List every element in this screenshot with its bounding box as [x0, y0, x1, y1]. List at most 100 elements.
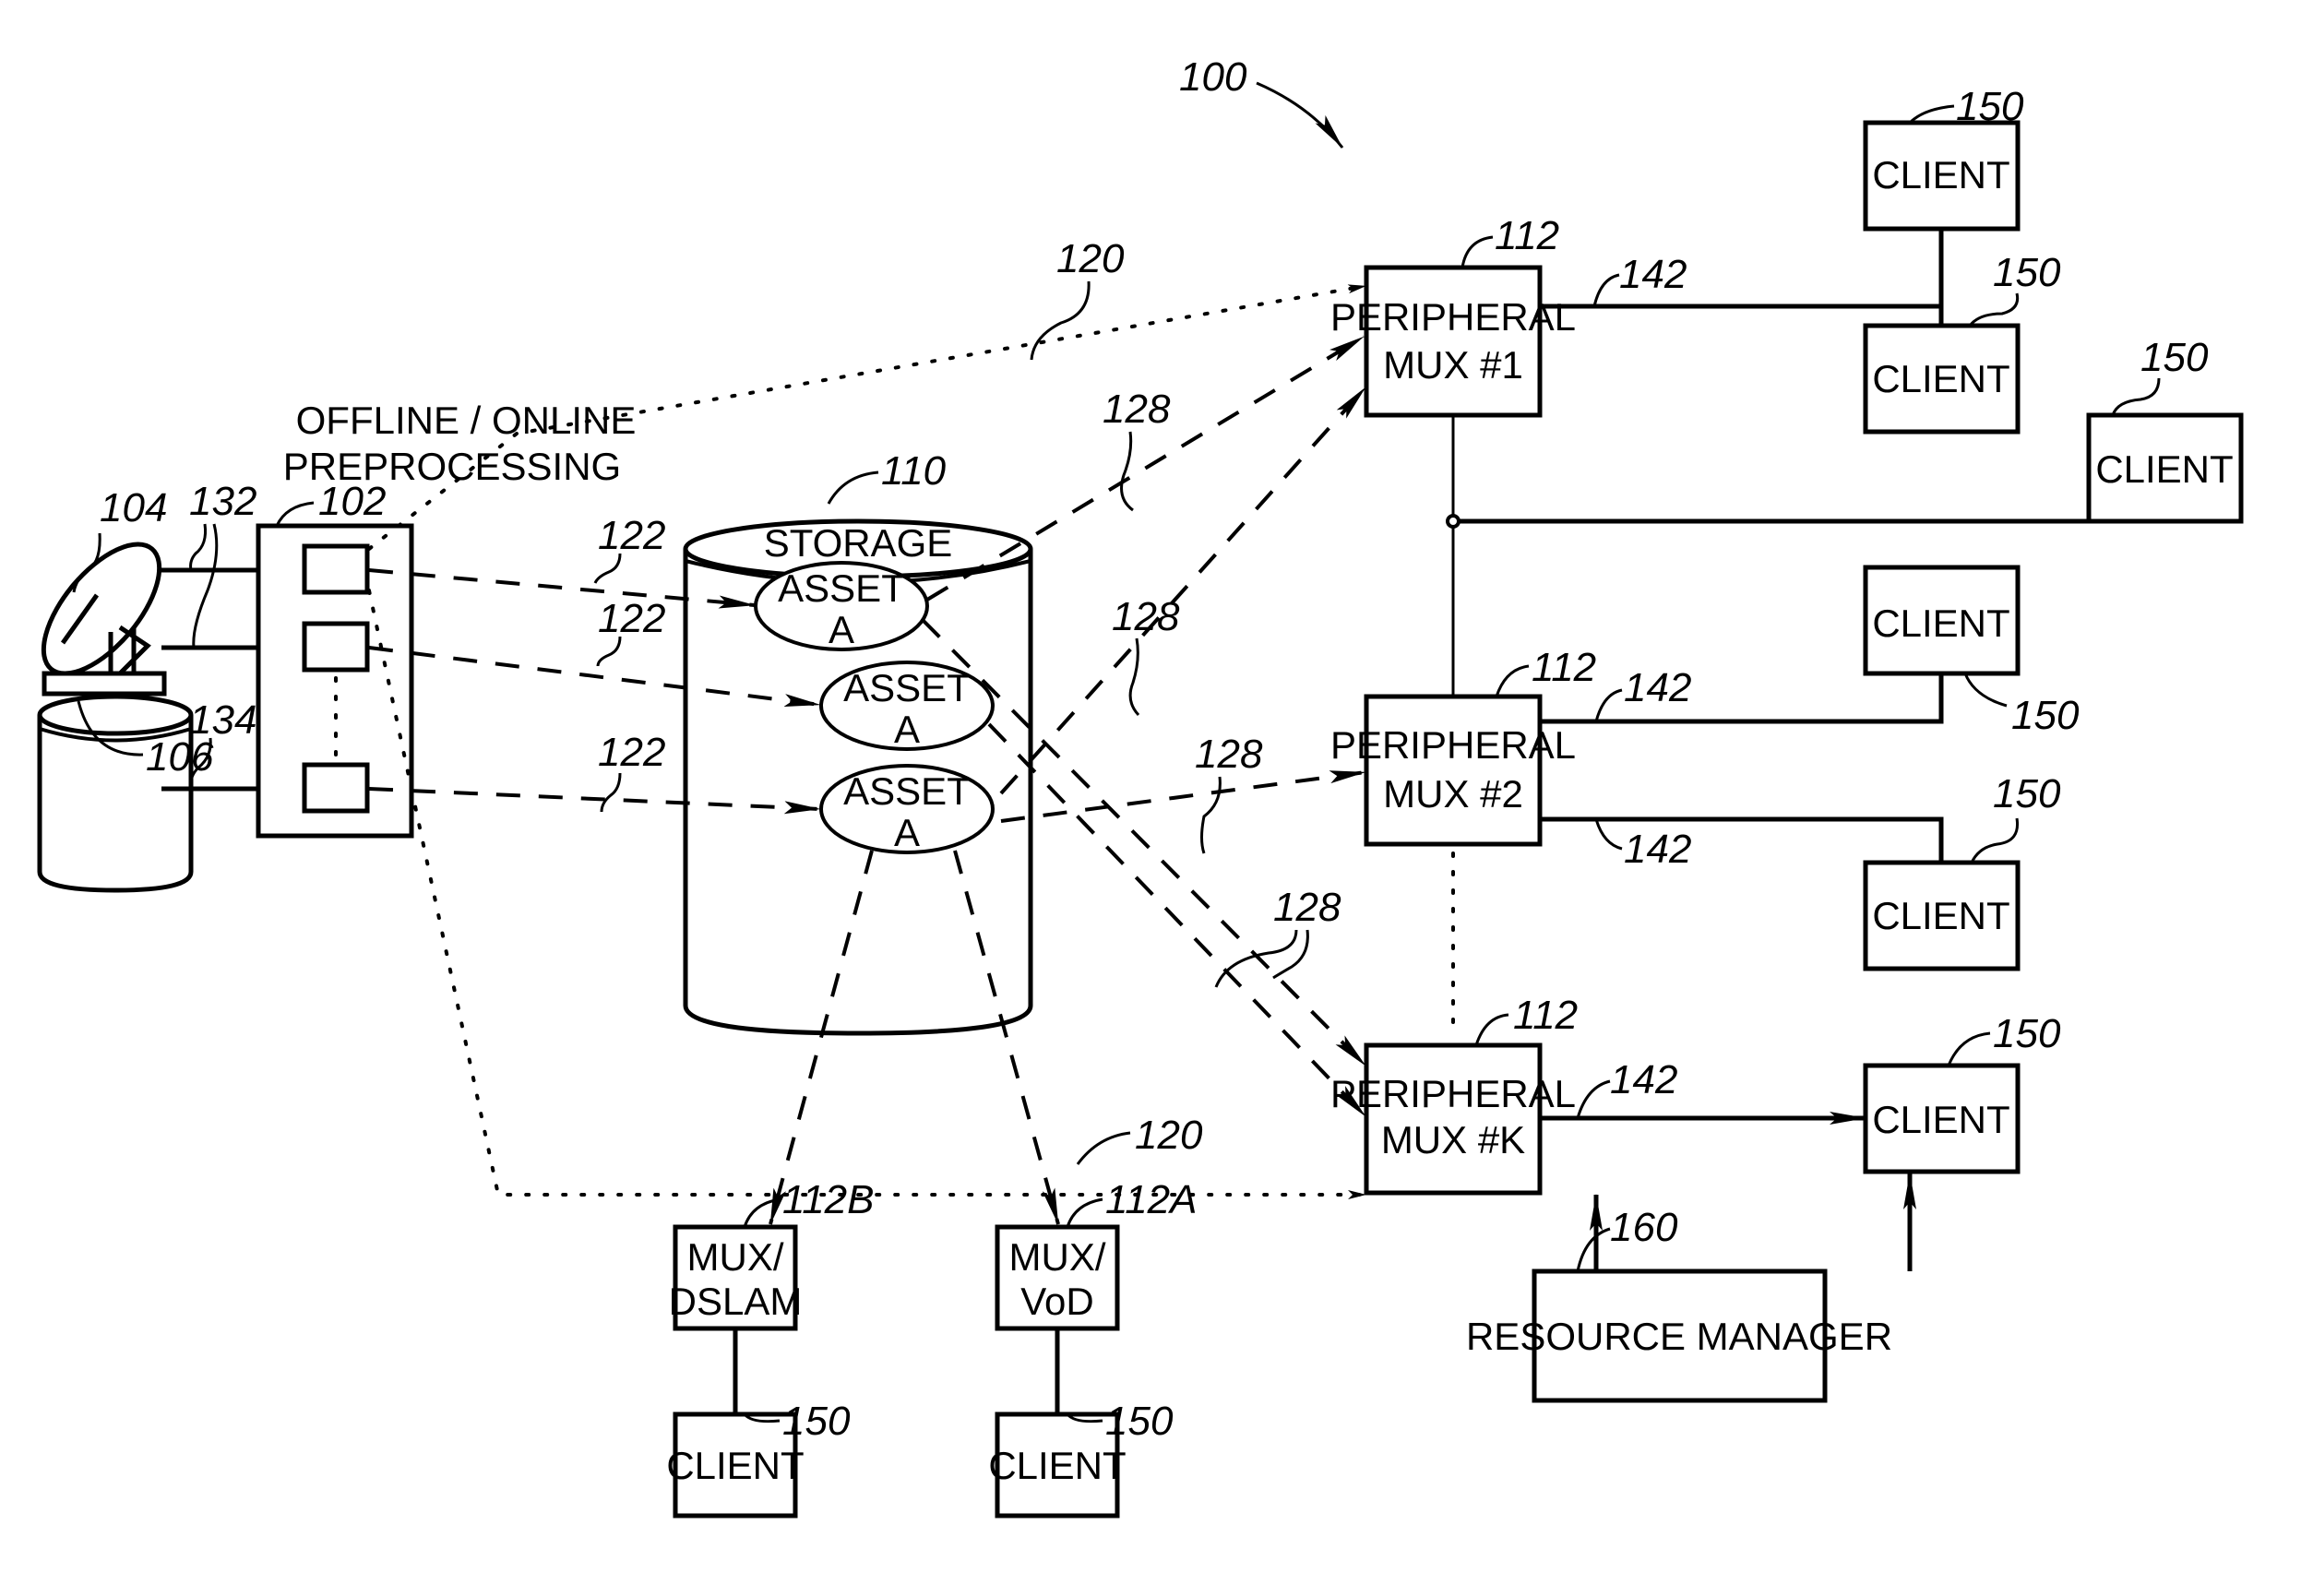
ingest-ref-3-leader: [600, 772, 622, 813]
resource-manager-ref: 160: [1610, 1205, 1678, 1250]
mux1-link-ref-leader: [1592, 273, 1620, 307]
preprocessor-unit-2[interactable]: [302, 621, 370, 673]
peripheral-mux-1-line2: MUX #1: [1383, 343, 1523, 387]
client-r5[interactable]: CLIENT: [1863, 860, 2021, 971]
client-r4-ref: 150: [2011, 693, 2080, 738]
ingest-ref-1: 122: [598, 513, 665, 558]
peripheral-mux-1-ref-leader: [1460, 235, 1494, 268]
stream-path-asset3-mux1: [999, 386, 1367, 795]
client-r5-label: CLIENT: [1872, 894, 2009, 937]
asset-3-line1: ASSET: [843, 769, 971, 813]
client-r1-label: CLIENT: [1872, 153, 2009, 197]
stream-ref-4-leader-a: [1214, 929, 1298, 988]
peripheral-mux-1-ref: 112: [1495, 213, 1559, 258]
client-r3[interactable]: CLIENT: [2086, 412, 2244, 524]
mux-dslam-ref-leader: [743, 1197, 781, 1228]
mux-dslam-line2: DSLAM: [669, 1280, 803, 1323]
peripheral-mux-1[interactable]: PERIPHERAL MUX #1: [1330, 265, 1576, 418]
client-r2-ref-leader: [1968, 292, 2020, 327]
preprocessing-label-line1: OFFLINE / ONLINE: [296, 399, 637, 442]
mux-vod-ref-leader: [1066, 1197, 1103, 1228]
client-vod-label: CLIENT: [988, 1444, 1126, 1487]
input-ref-132-leader-b: [192, 523, 219, 649]
stream-path-asset3-mux2: [1000, 770, 1366, 823]
asset-2-line1: ASSET: [843, 666, 971, 709]
mux2-link-ref-upper-leader: [1594, 688, 1623, 722]
ingest-ref-2: 122: [598, 596, 665, 641]
mux-dslam-ref: 112B: [782, 1177, 875, 1222]
asset-1-line1: ASSET: [778, 566, 905, 610]
peripheral-mux-k[interactable]: PERIPHERAL MUX #K: [1330, 1042, 1576, 1196]
client-r3-label: CLIENT: [2095, 447, 2233, 491]
mux-dslam[interactable]: MUX/ DSLAM: [669, 1224, 803, 1331]
satellite-ref-label: 104: [100, 485, 167, 530]
client-r6-ref: 150: [1993, 1011, 2061, 1056]
client-r4-ref-leader: [1963, 673, 2008, 708]
resource-manager-box[interactable]: RESOURCE MANAGER: [1466, 1268, 1892, 1403]
bypass-ref-lower-leader: [1076, 1131, 1131, 1165]
client-r5-ref-leader: [1970, 817, 2020, 864]
client-r2-label: CLIENT: [1872, 357, 2009, 400]
client-r6-ref-leader: [1947, 1031, 1991, 1066]
client-r2[interactable]: CLIENT: [1863, 323, 2021, 435]
asset-1[interactable]: ASSET A: [754, 561, 929, 651]
stream-ref-2-leader: [1128, 637, 1140, 717]
peripheral-mux-1-line1: PERIPHERAL: [1330, 295, 1576, 339]
storage-ref-leader: [827, 470, 879, 505]
client-r1[interactable]: CLIENT: [1863, 120, 2021, 232]
client-r3-ref-leader: [2111, 377, 2161, 416]
storage-ref-label: 110: [881, 448, 947, 494]
peripheral-mux-k-line1: PERIPHERAL: [1330, 1072, 1576, 1115]
peripheral-mux-2-ref: 112: [1532, 645, 1596, 690]
bypass-ref-lower: 120: [1135, 1113, 1203, 1158]
ingest-ref-3: 122: [598, 730, 665, 775]
peripheral-mux-k-line2: MUX #K: [1381, 1118, 1525, 1161]
stream-ref-1: 128: [1103, 387, 1171, 432]
client-vod-ref: 150: [1105, 1399, 1174, 1444]
peripheral-mux-2[interactable]: PERIPHERAL MUX #2: [1330, 694, 1576, 847]
stream-ref-3-leader: [1200, 776, 1222, 854]
satellite-dish-icon: [41, 542, 167, 697]
network-diagram: 100 OFFLINE / ONLINE PREPROCESSING 104 1…: [37, 54, 2244, 1519]
preprocessor-unit-1[interactable]: [302, 543, 370, 595]
mux1-link-ref: 142: [1619, 252, 1687, 297]
preprocessor-ref-leader: [275, 501, 315, 527]
asset-3[interactable]: ASSET A: [819, 764, 995, 854]
input-ref-134: 134: [189, 697, 256, 743]
client-r1-ref-leader: [1908, 104, 1955, 125]
system-ref-label: 100: [1179, 54, 1247, 100]
stream-ref-3: 128: [1195, 732, 1263, 777]
asset-2[interactable]: ASSET A: [819, 661, 995, 751]
asset-2-line2: A: [894, 708, 920, 751]
client-r4[interactable]: CLIENT: [1863, 565, 2021, 676]
bypass-ref-upper: 120: [1056, 236, 1125, 281]
preprocessor-ref-label: 102: [318, 479, 386, 524]
disk-storage-icon: [37, 694, 194, 893]
client-r6[interactable]: CLIENT: [1863, 1063, 2021, 1174]
peripheral-mux-2-line1: PERIPHERAL: [1330, 723, 1576, 767]
mux-dslam-line1: MUX/: [687, 1235, 784, 1279]
peripheral-mux-k-ref-leader: [1474, 1013, 1509, 1046]
mux-vod[interactable]: MUX/ VoD: [995, 1224, 1120, 1331]
client-dslam-ref: 150: [782, 1399, 851, 1444]
input-ref-132: 132: [189, 479, 256, 524]
stream-ref-4-leader-b: [1272, 929, 1309, 980]
stream-ref-2: 128: [1112, 594, 1180, 639]
mux-vod-line1: MUX/: [1009, 1235, 1106, 1279]
mux2-client-link-upper: [1540, 673, 1944, 724]
mux-vod-ref: 112A: [1105, 1177, 1198, 1222]
client-r2-ref: 150: [1993, 250, 2061, 295]
peripheral-mux-k-ref: 112: [1513, 993, 1578, 1038]
storage-label: STORAGE: [764, 521, 953, 565]
preprocessor-unit-3[interactable]: [302, 762, 370, 814]
stream-ref-4: 128: [1273, 885, 1341, 930]
muxk-link-ref-leader: [1576, 1079, 1611, 1119]
client-r4-label: CLIENT: [1872, 601, 2009, 645]
mux2-link-ref-lower-leader: [1594, 818, 1623, 851]
mux2-client-link-lower: [1540, 816, 1944, 863]
client-r6-label: CLIENT: [1872, 1098, 2009, 1141]
client-r1-ref: 150: [1956, 84, 2024, 129]
mux2-link-ref-upper: 142: [1624, 665, 1691, 710]
client-dslam-label: CLIENT: [666, 1444, 804, 1487]
input-ref-132-leader-a: [189, 523, 207, 571]
